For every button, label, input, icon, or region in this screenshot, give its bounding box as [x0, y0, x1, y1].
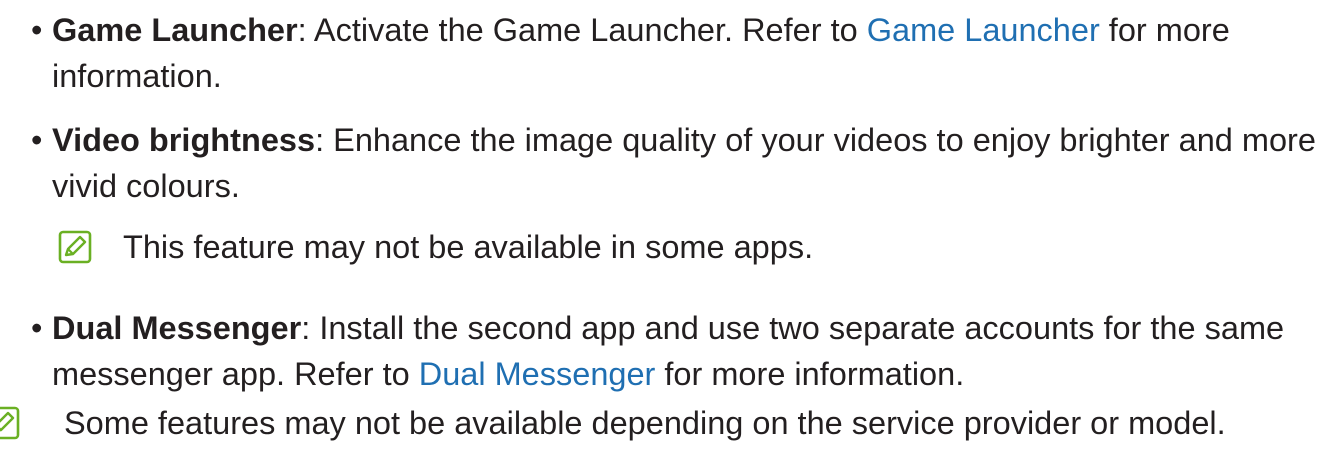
list-item-dual-messenger: • Dual Messenger: Install the second app…	[31, 305, 1317, 397]
bullet: •	[31, 122, 43, 158]
dual-messenger-link[interactable]: Dual Messenger	[419, 356, 656, 392]
term-dual-messenger: Dual Messenger	[52, 310, 302, 346]
description-text: : Activate the Game Launcher. Refer to	[297, 12, 867, 48]
list-item-game-launcher: • Game Launcher: Activate the Game Launc…	[31, 7, 1317, 99]
note-general: Some features may not be available depen…	[0, 400, 1320, 446]
bullet: •	[31, 310, 43, 346]
note-text: Some features may not be available depen…	[64, 405, 1226, 441]
game-launcher-link[interactable]: Game Launcher	[867, 12, 1100, 48]
note-icon	[58, 230, 92, 264]
note-video-brightness: This feature may not be available in som…	[58, 224, 1258, 270]
bullet: •	[31, 12, 43, 48]
note-icon	[0, 406, 20, 440]
list-item-video-brightness: • Video brightness: Enhance the image qu…	[31, 117, 1317, 209]
note-text: This feature may not be available in som…	[123, 229, 814, 265]
description-text: for more information.	[655, 356, 965, 392]
term-video-brightness: Video brightness	[52, 122, 316, 158]
term-game-launcher: Game Launcher	[52, 12, 298, 48]
